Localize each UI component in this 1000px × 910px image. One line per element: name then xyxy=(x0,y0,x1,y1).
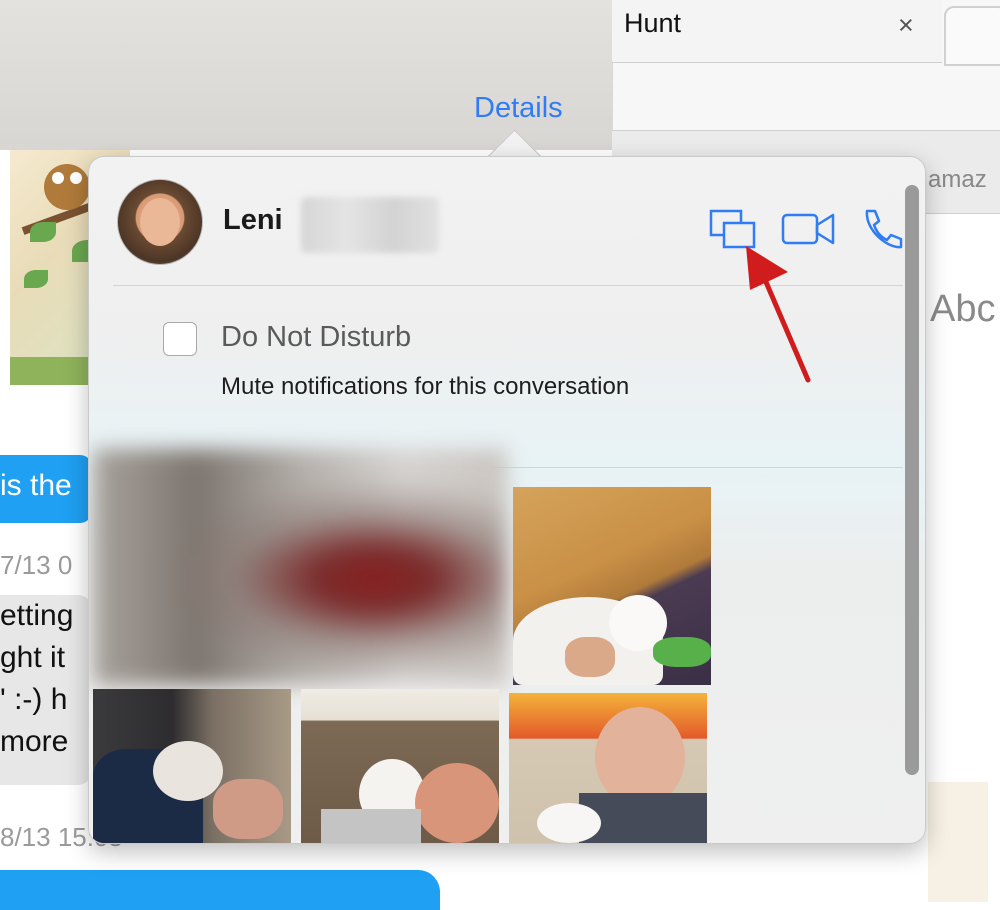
message-line: more xyxy=(0,725,69,758)
video-camera-icon xyxy=(781,213,835,245)
screen-share-button[interactable] xyxy=(709,207,759,256)
browser-tab-partial[interactable] xyxy=(944,6,1000,66)
bookmark-item[interactable]: amaz xyxy=(928,166,987,194)
browser-content xyxy=(928,782,988,902)
avatar xyxy=(117,179,203,265)
video-call-button[interactable] xyxy=(781,207,837,256)
contact-name: Leni xyxy=(223,204,283,236)
do-not-disturb-description: Mute notifications for this conversation xyxy=(221,373,630,400)
phone-call-button[interactable] xyxy=(859,207,903,256)
sent-message-bubble: is the xyxy=(0,455,92,523)
phone-icon xyxy=(865,209,903,249)
page-heading-partial: Abc xyxy=(930,288,996,330)
message-timestamp: 7/13 0 xyxy=(0,550,73,580)
message-line: ' :-) h xyxy=(0,683,68,716)
scrollbar[interactable] xyxy=(905,185,919,775)
message-line: ght it xyxy=(0,641,66,674)
shared-photo[interactable] xyxy=(513,487,711,685)
divider xyxy=(113,285,903,286)
message-line: etting xyxy=(0,599,74,632)
sent-message-bubble xyxy=(0,870,440,910)
tab-close-icon[interactable]: × xyxy=(898,10,914,41)
shared-photo[interactable] xyxy=(509,693,707,843)
shared-photo[interactable] xyxy=(301,689,499,843)
browser-tab-title: Hunt xyxy=(624,8,682,38)
do-not-disturb-checkbox[interactable] xyxy=(163,322,197,356)
details-link[interactable]: Details xyxy=(474,92,563,125)
screen-share-icon xyxy=(709,209,756,249)
message-text: is the xyxy=(0,469,72,502)
do-not-disturb-label: Do Not Disturb xyxy=(221,321,412,353)
received-message-bubble: etting ght it ' :-) h more xyxy=(0,595,92,785)
conversation-header xyxy=(0,0,612,150)
redacted-surname xyxy=(301,197,439,253)
shared-photo-redacted[interactable] xyxy=(93,449,507,685)
details-popover: Leni Do Not Disturb Mute notifications f… xyxy=(88,156,926,844)
shared-photo[interactable] xyxy=(93,689,291,843)
